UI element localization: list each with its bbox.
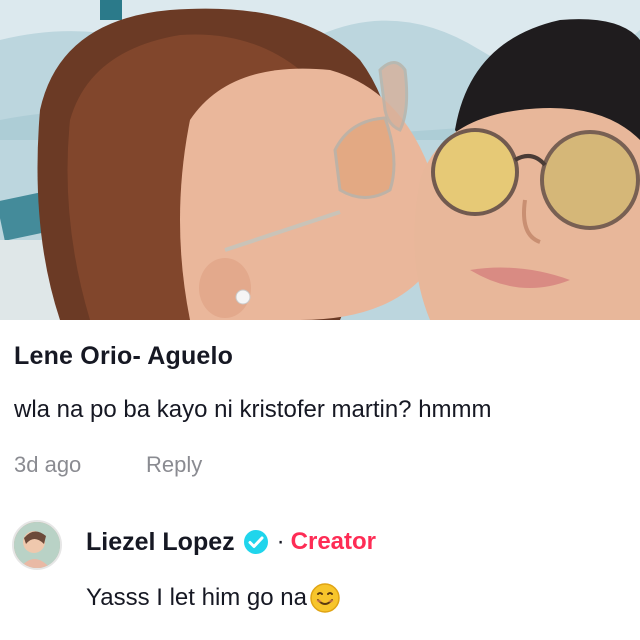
comment-author[interactable]: Lene Orio- Aguelo [14,342,233,371]
photo-illustration [0,0,640,320]
creator-badge: Creator [290,528,376,555]
avatar[interactable] [12,520,62,570]
reply-header: Liezel Lopez · Creator [86,525,376,559]
reply-button[interactable]: Reply [146,452,202,478]
reply-text-row: Yasss I let him go na [86,582,341,614]
verified-badge-icon [243,529,269,555]
post-photo [0,0,640,320]
comments-section: Lene Orio- Aguelo wla na po ba kayo ni k… [0,320,640,640]
separator-dot: · [276,528,285,555]
smiling-face-emoji-icon [309,582,341,614]
avatar-image [14,522,60,568]
comment-text: wla na po ba kayo ni kristofer martin? h… [14,396,492,423]
comment-timestamp: 3d ago [14,452,82,477]
reply-author[interactable]: Liezel Lopez [86,528,235,557]
reply-text: Yasss I let him go na [86,584,307,611]
